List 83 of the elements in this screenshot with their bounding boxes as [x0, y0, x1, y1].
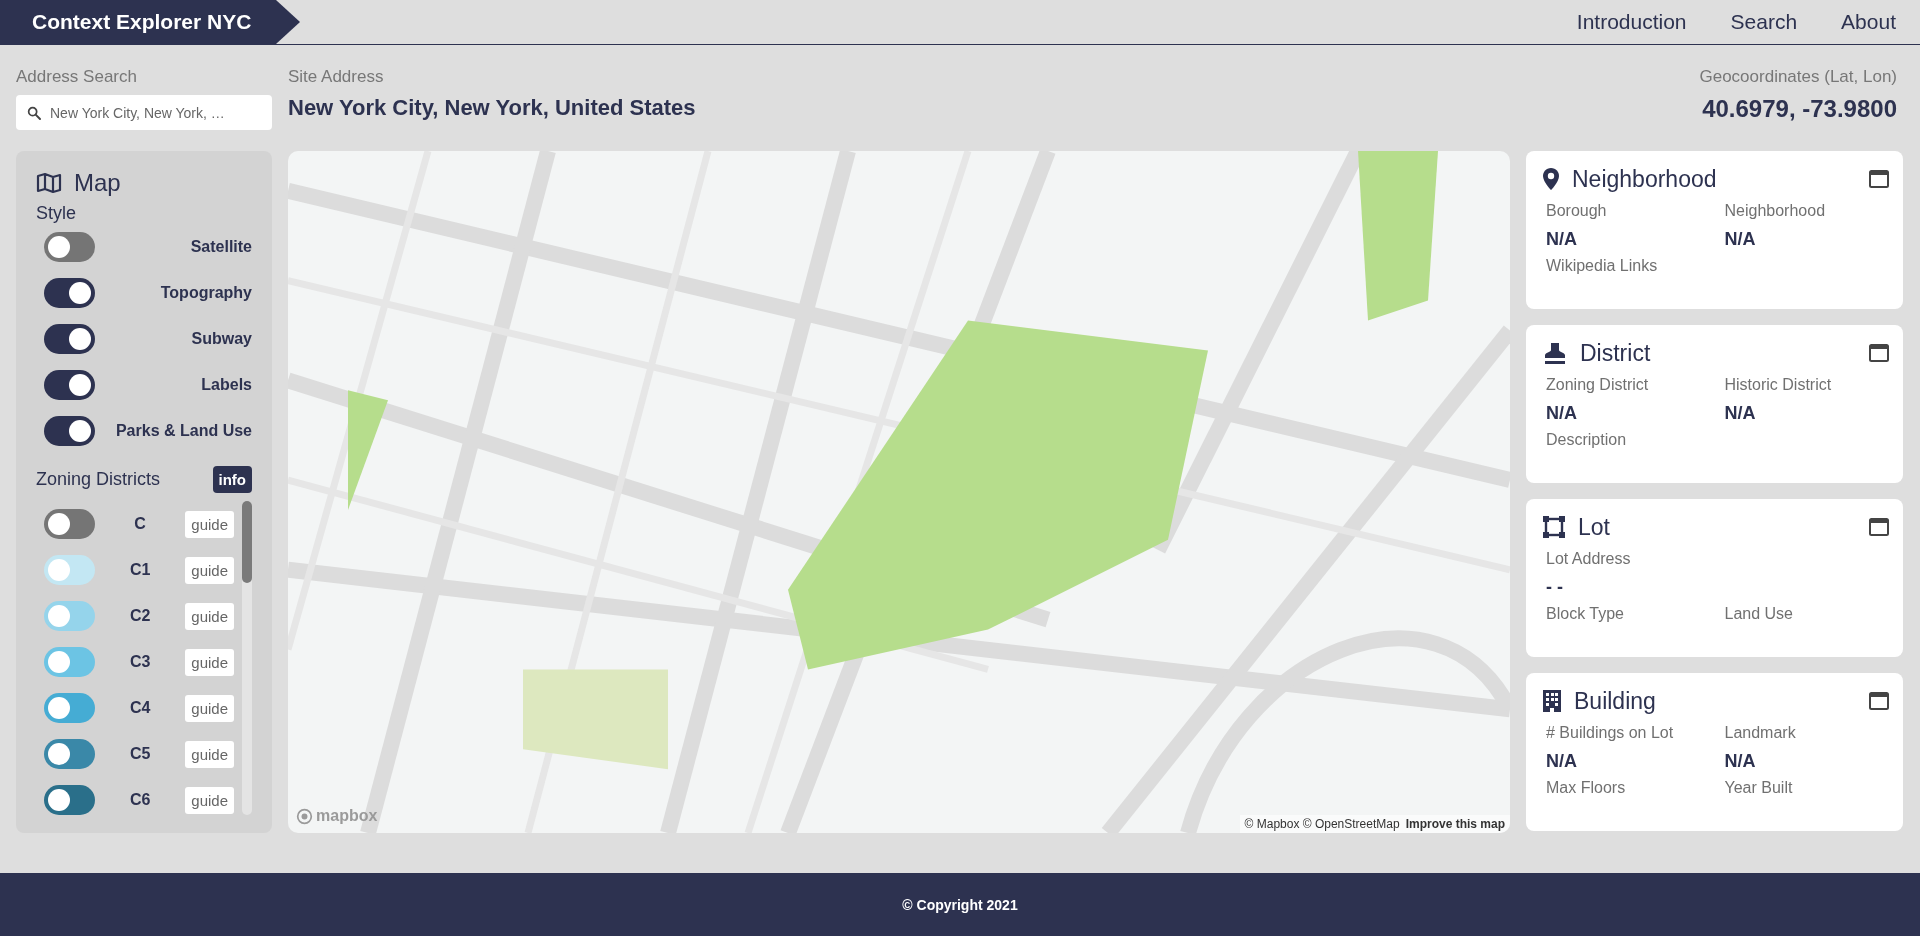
guide-button[interactable]: guide	[185, 510, 234, 538]
field-label: Max Floors	[1546, 779, 1627, 797]
toggle-switch[interactable]	[44, 693, 95, 723]
toggle-label: Parks & Land Use	[115, 422, 252, 440]
field-value: N/A	[1546, 403, 1578, 424]
window-icon[interactable]	[1869, 170, 1889, 188]
field-value: N/A	[1724, 229, 1757, 250]
field-value: N/A	[1724, 751, 1757, 772]
info-button[interactable]: info	[212, 466, 252, 493]
nav-link[interactable]: Introduction	[1576, 10, 1687, 34]
field-label: Wikipedia Links	[1546, 257, 1659, 275]
guide-button[interactable]: guide	[185, 740, 234, 768]
improve-map-link[interactable]: Improve this map	[1405, 817, 1505, 831]
zoning-code: C6	[128, 791, 152, 809]
field-label: Block Type	[1546, 605, 1625, 623]
toggle-switch[interactable]	[44, 647, 95, 677]
nav-link[interactable]: Search	[1730, 10, 1798, 34]
field-value: - -	[1546, 577, 1564, 598]
field-label: Lot Address	[1546, 550, 1632, 568]
vector-square-icon	[1542, 515, 1566, 539]
card-title: Building	[1574, 687, 1657, 715]
zoning-code: C4	[128, 699, 152, 717]
field-label: Landmark	[1724, 724, 1797, 742]
zoning-code: C	[133, 515, 147, 533]
field-label: Land Use	[1724, 605, 1794, 623]
nav-link[interactable]: About	[1841, 10, 1896, 34]
guide-button[interactable]: guide	[185, 648, 234, 676]
scrollbar[interactable]	[242, 501, 252, 815]
toggle-switch[interactable]	[44, 416, 95, 446]
map-attribution: © Mapbox © OpenStreetMap	[1244, 817, 1400, 831]
guide-button[interactable]: guide	[185, 602, 234, 630]
toggle-label: Labels	[201, 376, 252, 394]
copyright-text: © Copyright 2021	[902, 896, 1018, 913]
toggle-switch[interactable]	[44, 232, 95, 262]
guide-button[interactable]: guide	[185, 786, 234, 814]
toggle-label: Satellite	[190, 238, 252, 256]
toggle-switch[interactable]	[44, 278, 95, 308]
card-title: District	[1580, 339, 1652, 367]
field-label: Borough	[1546, 202, 1608, 220]
window-icon[interactable]	[1869, 518, 1889, 536]
field-label: Year Built	[1724, 779, 1794, 797]
field-label: Site Address	[288, 67, 385, 87]
field-label: Zoning District	[1546, 376, 1650, 394]
guide-button[interactable]: guide	[185, 556, 234, 584]
toggle-switch[interactable]	[44, 509, 95, 539]
section-heading: Zoning Districts	[36, 469, 161, 490]
zoning-code: C1	[128, 561, 152, 579]
toggle-switch[interactable]	[44, 785, 95, 815]
building-icon	[1542, 689, 1562, 713]
map-icon	[36, 172, 62, 194]
card-title: Neighborhood	[1572, 165, 1718, 193]
toggle-switch[interactable]	[44, 739, 95, 769]
location-pin-icon	[1542, 167, 1560, 191]
field-label: Historic District	[1724, 376, 1833, 394]
toggle-label: Topography	[160, 284, 252, 302]
toggle-label: Subway	[191, 330, 252, 348]
field-label: Neighborhood	[1724, 202, 1827, 220]
app-logo-banner[interactable]: Context Explorer NYC	[0, 0, 300, 44]
toggle-switch[interactable]	[44, 601, 95, 631]
zoning-code: C2	[128, 607, 152, 625]
window-icon[interactable]	[1869, 692, 1889, 710]
toggle-switch[interactable]	[44, 324, 95, 354]
field-label: Address Search	[16, 67, 138, 87]
geocoordinates-value: 40.6979, -73.9800	[1702, 95, 1897, 123]
toggle-switch[interactable]	[44, 555, 95, 585]
panel-title: Map	[74, 169, 121, 197]
section-heading: Style	[36, 203, 78, 224]
field-value: N/A	[1724, 403, 1757, 424]
toggle-switch[interactable]	[44, 370, 95, 400]
card-title: Lot	[1578, 513, 1611, 541]
window-icon[interactable]	[1869, 344, 1889, 362]
guide-button[interactable]: guide	[185, 694, 234, 722]
stamp-icon	[1542, 341, 1568, 365]
field-label: Geocoordinates (Lat, Lon)	[1699, 67, 1897, 87]
field-label: Description	[1546, 431, 1628, 449]
zoning-code: C3	[128, 653, 152, 671]
mapbox-logo: mapbox	[296, 807, 378, 825]
address-search-field[interactable]: New York City, New York, …	[16, 95, 272, 130]
field-label: # Buildings on Lot	[1546, 724, 1675, 742]
site-address: New York City, New York, United States	[288, 95, 697, 121]
field-value: N/A	[1546, 229, 1578, 250]
zoning-code: C5	[128, 745, 152, 763]
field-value: N/A	[1546, 751, 1578, 772]
